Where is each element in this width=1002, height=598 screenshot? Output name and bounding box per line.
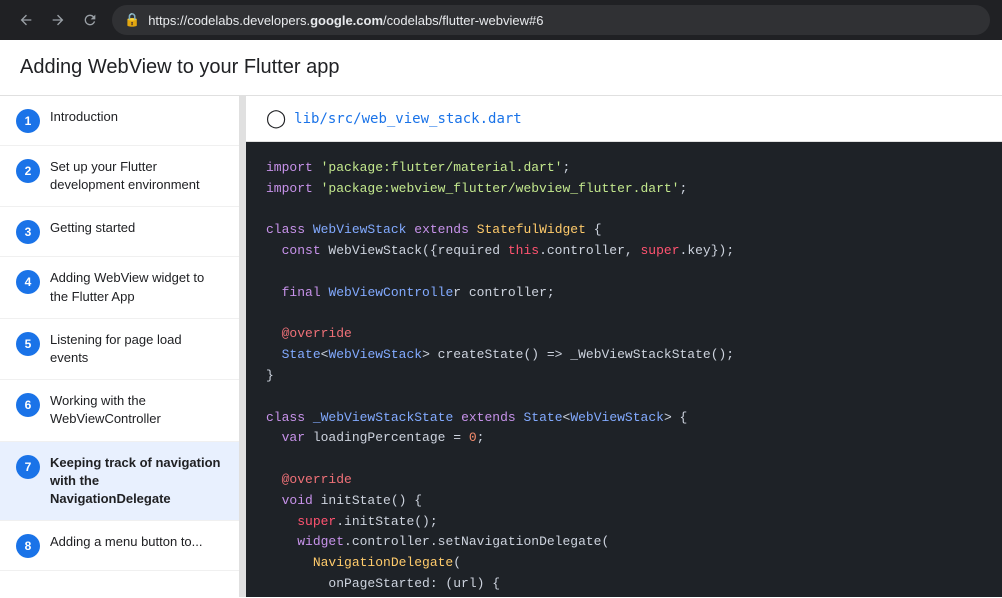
code-line-2: import 'package:webview_flutter/webview_… [266, 179, 982, 200]
code-line-16: @override [266, 470, 982, 491]
forward-button[interactable] [44, 6, 72, 34]
main-layout: 1 Introduction 2 Set up your Flutter dev… [0, 96, 1002, 597]
page-header: Adding WebView to your Flutter app [0, 40, 1002, 96]
content-area: ◯ lib/src/web_view_stack.dart import 'pa… [246, 96, 1002, 597]
step-badge-2: 2 [16, 159, 40, 183]
code-line-9: @override [266, 324, 982, 345]
step-badge-6: 6 [16, 393, 40, 417]
file-link[interactable]: lib/src/web_view_stack.dart [294, 111, 522, 127]
address-bar[interactable]: 🔒 https://codelabs.developers.google.com… [112, 5, 990, 35]
code-line-11: } [266, 366, 982, 387]
step-badge-7: 7 [16, 455, 40, 479]
security-icon: 🔒 [124, 12, 140, 28]
code-line-17: void initState() { [266, 491, 982, 512]
github-icon: ◯ [266, 108, 286, 129]
sidebar-item-label-8: Adding a menu button to... [50, 533, 203, 551]
step-badge-5: 5 [16, 332, 40, 356]
reload-button[interactable] [76, 6, 104, 34]
nav-buttons [12, 6, 104, 34]
address-text: https://codelabs.developers.google.com/c… [148, 13, 543, 28]
step-badge-8: 8 [16, 534, 40, 558]
code-line-13: class _WebViewStackState extends State<W… [266, 408, 982, 429]
step-badge-1: 1 [16, 109, 40, 133]
code-block: import 'package:flutter/material.dart'; … [246, 142, 1002, 597]
sidebar-item-label-6: Working with the WebViewController [50, 392, 223, 428]
sidebar-item-3[interactable]: 3 Getting started [0, 207, 239, 257]
sidebar-item-1[interactable]: 1 Introduction [0, 96, 239, 146]
code-line-4: class WebViewStack extends StatefulWidge… [266, 220, 982, 241]
code-line-3 [266, 200, 982, 221]
code-line-18: super.initState(); [266, 512, 982, 533]
sidebar-item-label-4: Adding WebView widget to the Flutter App [50, 269, 223, 305]
sidebar: 1 Introduction 2 Set up your Flutter dev… [0, 96, 240, 597]
step-badge-3: 3 [16, 220, 40, 244]
code-line-15 [266, 449, 982, 470]
sidebar-item-label-5: Listening for page load events [50, 331, 223, 367]
code-line-20: NavigationDelegate( [266, 553, 982, 574]
sidebar-item-5[interactable]: 5 Listening for page load events [0, 319, 239, 380]
code-line-21: onPageStarted: (url) { [266, 574, 982, 595]
sidebar-item-8[interactable]: 8 Adding a menu button to... [0, 521, 239, 571]
sidebar-item-6[interactable]: 6 Working with the WebViewController [0, 380, 239, 441]
back-button[interactable] [12, 6, 40, 34]
sidebar-item-label-1: Introduction [50, 108, 118, 126]
code-line-5: const WebViewStack({required this.contro… [266, 241, 982, 262]
code-line-6 [266, 262, 982, 283]
page-title: Adding WebView to your Flutter app [20, 56, 982, 79]
browser-chrome: 🔒 https://codelabs.developers.google.com… [0, 0, 1002, 40]
sidebar-item-label-2: Set up your Flutter development environm… [50, 158, 223, 194]
code-line-12 [266, 387, 982, 408]
step-badge-4: 4 [16, 270, 40, 294]
code-line-14: var loadingPercentage = 0; [266, 428, 982, 449]
code-line-1: import 'package:flutter/material.dart'; [266, 158, 982, 179]
sidebar-item-4[interactable]: 4 Adding WebView widget to the Flutter A… [0, 257, 239, 318]
code-line-8 [266, 304, 982, 325]
code-line-10: State<WebViewStack> createState() => _We… [266, 345, 982, 366]
sidebar-item-label-7: Keeping track of navigation with the Nav… [50, 454, 223, 509]
sidebar-item-7[interactable]: 7 Keeping track of navigation with the N… [0, 442, 239, 522]
code-line-7: final WebViewController controller; [266, 283, 982, 304]
file-header: ◯ lib/src/web_view_stack.dart [246, 96, 1002, 142]
code-line-19: widget.controller.setNavigationDelegate( [266, 532, 982, 553]
sidebar-item-label-3: Getting started [50, 219, 135, 237]
sidebar-item-2[interactable]: 2 Set up your Flutter development enviro… [0, 146, 239, 207]
